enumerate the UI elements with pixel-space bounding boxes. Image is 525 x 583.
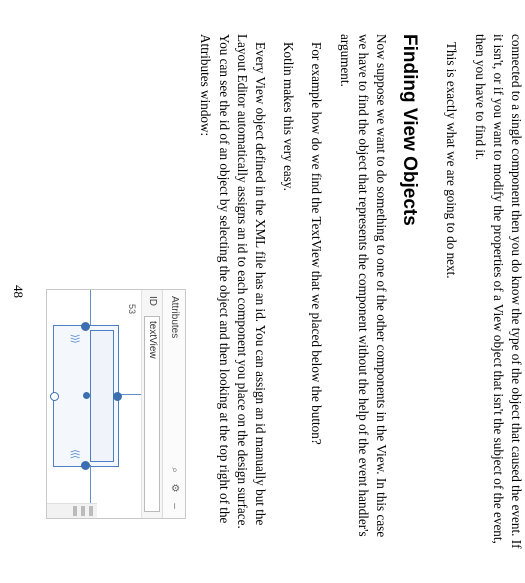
anchor-left[interactable] [81,322,90,331]
figure-wrapper: Attributes ⌕ ⚙ – ID textView 53 ⟩⟩⟩ ⟨⟨⟨ [46,34,186,549]
strip-mark [73,506,77,516]
spring-left-icon: ⟩⟩⟩ [69,334,80,343]
right-strip [47,503,97,518]
id-input[interactable]: textView [144,316,160,512]
constraint-line-right [90,465,91,505]
constraint-canvas: 53 ⟩⟩⟩ ⟨⟨⟨ [47,290,141,518]
size-label: 53 [127,302,137,316]
search-icon[interactable]: ⌕ [168,464,180,476]
anchor-center[interactable] [83,392,90,399]
anchor-top[interactable] [113,392,122,401]
constraint-line-top [119,394,141,395]
attributes-title: Attributes [169,296,180,338]
spring-right-icon: ⟨⟨⟨ [69,449,80,458]
page-number: 48 [10,34,26,549]
paragraph: For example how do we find the TextView … [307,34,325,549]
strip-mark [89,506,93,516]
paragraph: Now suppose we want to do something to o… [335,34,390,549]
strip-mark [81,506,85,516]
paragraph: Every View object defined in the XML fil… [196,34,269,549]
attributes-panel: Attributes ⌕ ⚙ – ID textView 53 ⟩⟩⟩ ⟨⟨⟨ [46,289,186,519]
section-heading: Finding View Objects [398,34,420,549]
page: connected to a single component then you… [0,0,525,583]
constraint-outer-box: ⟩⟩⟩ ⟨⟨⟨ [53,325,119,467]
minimize-icon[interactable]: – [168,500,180,512]
paragraph: This is exactly what we are going to do … [442,34,460,549]
anchor-right[interactable] [81,461,90,470]
paragraph: Kotlin makes this very easy. [279,34,297,549]
id-label: ID [147,296,158,306]
constraint-line-left [90,290,91,325]
anchor-bottom[interactable] [50,392,59,401]
id-row: ID textView [141,290,162,518]
constraint-inner-box [90,330,114,462]
attributes-header: Attributes ⌕ ⚙ – [162,290,185,518]
paragraph: connected to a single component then you… [470,34,525,549]
gear-icon[interactable]: ⚙ [168,482,180,494]
